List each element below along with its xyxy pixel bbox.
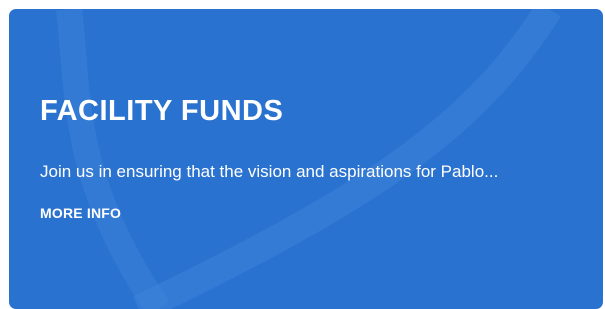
decorative-curve-background xyxy=(56,9,561,309)
more-info-link[interactable]: MORE INFO xyxy=(40,205,121,221)
card-description: Join us in ensuring that the vision and … xyxy=(40,162,499,181)
facility-funds-card[interactable]: FACILITY FUNDS Join us in ensuring that … xyxy=(9,9,603,309)
decorative-curve-swoosh xyxy=(132,9,561,309)
card-title: FACILITY FUNDS xyxy=(40,95,284,127)
decorative-curve-band xyxy=(56,9,170,309)
